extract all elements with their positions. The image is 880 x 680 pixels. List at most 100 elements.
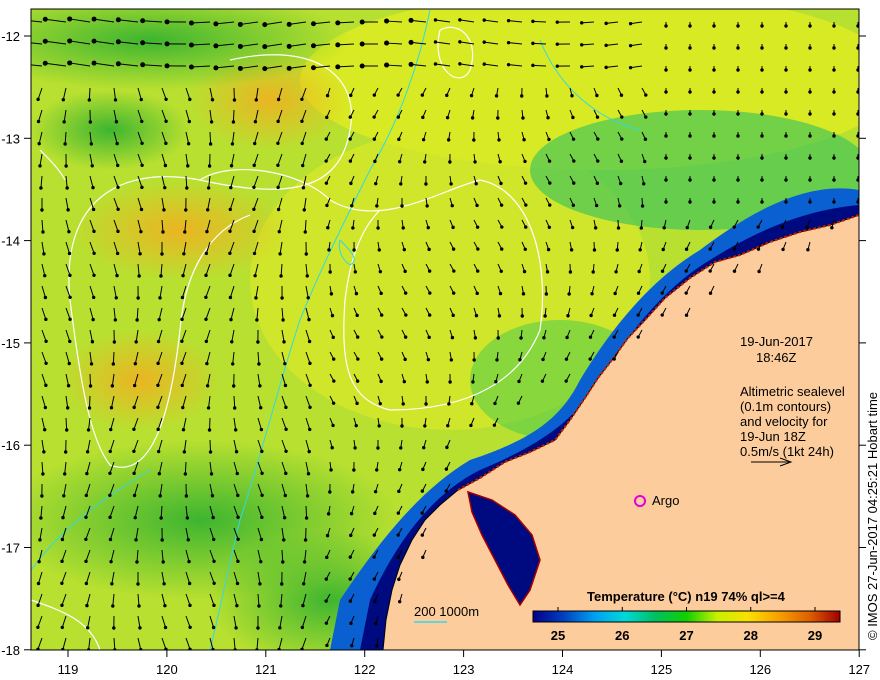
velocity-arrow-head	[206, 186, 211, 190]
velocity-arrow-head	[115, 163, 120, 168]
velocity-arrow-head	[228, 273, 232, 278]
velocity-arrow-head	[60, 625, 64, 630]
velocity-arrow-head	[280, 582, 284, 586]
velocity-arrow-head	[84, 493, 89, 498]
velocity-arrow-head	[471, 380, 475, 384]
velocity-arrow-head	[324, 577, 328, 581]
velocity-arrow-head	[736, 178, 740, 182]
velocity-arrow-head	[402, 247, 407, 252]
velocity-arrow-head	[545, 270, 550, 274]
velocity-arrow-head	[614, 270, 618, 274]
lat-tick-label: -15	[1, 336, 20, 351]
velocity-arrow-head	[185, 516, 190, 520]
velocity-arrow-head	[644, 115, 648, 119]
velocity-arrow-head	[61, 97, 66, 102]
velocity-arrow-head	[373, 489, 378, 494]
velocity-arrow-head	[580, 21, 584, 25]
velocity-arrow-head	[555, 64, 559, 68]
velocity-arrow-head	[186, 164, 190, 168]
velocity-arrow-head	[282, 538, 286, 542]
velocity-arrow-head	[644, 93, 648, 97]
velocity-arrow-head	[310, 43, 316, 49]
velocity-arrow-head	[379, 357, 384, 361]
velocity-arrow-head	[808, 200, 812, 204]
velocity-arrow-head	[111, 362, 116, 366]
velocity-arrow-head	[732, 247, 736, 251]
velocity-arrow-head	[211, 515, 215, 520]
velocity-arrow-head	[329, 292, 334, 296]
velocity-arrow-head	[397, 467, 402, 472]
velocity-arrow-head	[88, 120, 93, 124]
velocity-arrow-head	[688, 112, 692, 116]
velocity-arrow-head	[257, 362, 261, 366]
velocity-arrow-head	[619, 93, 624, 97]
velocity-arrow-head	[643, 159, 647, 164]
velocity-arrow-head	[325, 555, 329, 560]
colorbar-tick-label: 25	[551, 628, 565, 643]
velocity-arrow-head	[349, 181, 353, 186]
velocity-arrow-head	[231, 362, 235, 366]
velocity-arrow-head	[260, 471, 264, 475]
altimetry-line: and velocity for	[740, 414, 828, 429]
velocity-arrow-head	[473, 160, 477, 164]
velocity-arrow-head	[596, 137, 600, 141]
velocity-arrow-head	[67, 38, 73, 44]
date-label: 19-Jun-2017	[740, 334, 813, 349]
velocity-arrow-head	[156, 449, 161, 454]
velocity-arrow-head	[784, 90, 788, 94]
velocity-arrow-head	[236, 515, 240, 519]
velocity-arrow-head	[595, 115, 600, 119]
velocity-arrow-head	[234, 428, 238, 432]
velocity-arrow-head	[531, 41, 535, 46]
velocity-arrow	[209, 439, 212, 453]
velocity-arrow-head	[65, 428, 69, 432]
velocity-arrow-head	[589, 313, 593, 318]
lon-tick-label: 119	[58, 662, 79, 677]
velocity-arrow-head	[307, 449, 311, 454]
velocity-arrow-head	[228, 229, 232, 234]
velocity-arrow-head	[497, 314, 502, 318]
velocity-arrow-head	[808, 68, 812, 72]
velocity-arrow-head	[228, 251, 232, 255]
velocity-arrow-head	[384, 62, 390, 68]
velocity-arrow-head	[377, 424, 381, 428]
velocity-arrow-head	[427, 313, 432, 317]
velocity-arrow-head	[458, 18, 462, 22]
velocity-arrow-head	[132, 405, 136, 410]
velocity-arrow-head	[254, 98, 258, 102]
velocity-arrow-head	[307, 339, 312, 344]
velocity-arrow-head	[712, 46, 716, 50]
velocity-arrow-head	[331, 335, 335, 340]
velocity-arrow-head	[784, 24, 788, 28]
velocity-arrow-head	[92, 229, 96, 234]
velocity-arrow-head	[89, 362, 94, 366]
velocity-arrow-head	[65, 186, 69, 190]
velocity-arrow-head	[760, 112, 764, 116]
velocity-arrow-head	[164, 141, 168, 146]
velocity-arrow-head	[712, 134, 716, 138]
velocity-arrow-head	[348, 577, 352, 581]
velocity-arrow-head	[140, 119, 144, 124]
velocity-arrow-head	[664, 112, 668, 116]
velocity-arrow-head	[348, 555, 353, 559]
velocity-arrow-head	[612, 313, 617, 317]
velocity-arrow-head	[204, 317, 208, 322]
velocity-arrow-head	[572, 159, 576, 163]
velocity-arrow-head	[450, 203, 454, 208]
velocity-arrow-head	[424, 402, 428, 406]
velocity-arrow-head	[425, 380, 429, 384]
velocity-arrow-head	[137, 274, 141, 278]
velocity-arrow-head	[542, 336, 546, 340]
velocity-arrow-head	[541, 357, 545, 362]
velocity-arrow-head	[206, 208, 210, 212]
velocity-arrow-head	[180, 361, 184, 365]
velocity-arrow-head	[136, 296, 140, 300]
velocity-arrow-head	[595, 93, 599, 98]
velocity-arrow-head	[253, 273, 257, 278]
velocity-arrow-head	[328, 490, 332, 494]
velocity-arrow-head	[302, 208, 306, 212]
velocity-arrow-head	[637, 269, 641, 274]
velocity-arrow-head	[571, 203, 576, 207]
velocity-arrow-head	[61, 515, 65, 520]
velocity-arrow-head	[452, 269, 456, 273]
